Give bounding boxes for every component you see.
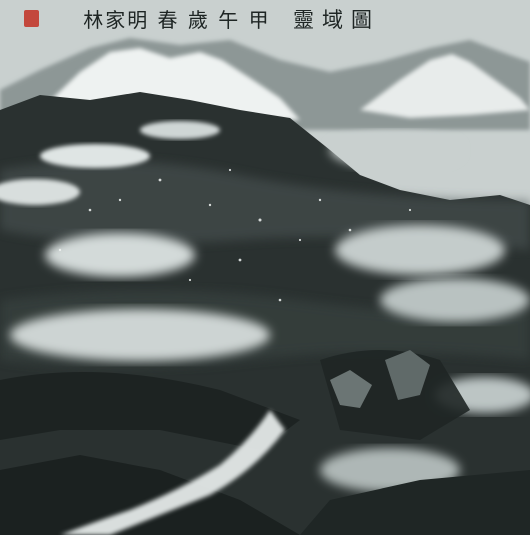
- mist-patch: [335, 225, 505, 275]
- mist-patch: [40, 144, 150, 168]
- mist-patch: [330, 132, 460, 168]
- mist-patch: [45, 233, 195, 277]
- ink-landscape-painting: [0, 0, 530, 535]
- painting-title: 靈域圖: [293, 8, 380, 32]
- painting-canvas: 林家明 春 歲 午 甲 靈域圖: [0, 0, 530, 535]
- red-seal-stamp: [24, 10, 39, 27]
- calligraphy-inscription: 林家明 春 歲 午 甲 靈域圖: [83, 4, 380, 34]
- mist-patch: [380, 278, 530, 322]
- mist-patch: [140, 121, 220, 139]
- inscription-text: 林家明 春 歲 午 甲: [83, 8, 271, 32]
- mist-patch: [10, 309, 270, 361]
